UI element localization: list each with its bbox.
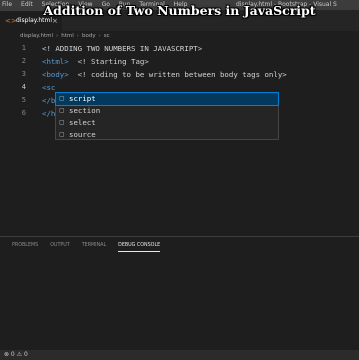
breadcrumb: display.html › html › body › sc (0, 31, 359, 42)
breadcrumb-file[interactable]: display.html (20, 31, 53, 42)
code-comment: <! Starting Tag> (68, 57, 149, 66)
suggestion-item[interactable]: ▢ script (55, 92, 279, 106)
code-comment: <! coding to be written between body tag… (68, 70, 287, 79)
breadcrumb-sc[interactable]: sc (104, 31, 110, 42)
window-title: display.html - Bootstrap - Visual S (236, 1, 337, 8)
line-number: 1 (21, 44, 26, 52)
menu-selection[interactable]: Selection (42, 0, 70, 10)
symbol-keyword-icon: ▢ (59, 119, 65, 126)
menu-view[interactable]: View (78, 0, 92, 10)
tab-display-html[interactable]: <> display.html × (0, 10, 62, 32)
code-text: <! ADDING TWO NUMBERS IN JAVASCRIPT> (42, 44, 203, 53)
suggestion-label: source (69, 130, 96, 139)
menu-help[interactable]: Help (174, 0, 188, 10)
tab-label: display.html (16, 17, 53, 24)
menu-terminal[interactable]: Terminal (139, 0, 164, 10)
code-tag: <body> (42, 70, 69, 79)
tab-terminal[interactable]: TERMINAL (82, 240, 106, 252)
tab-problems[interactable]: PROBLEMS (12, 240, 38, 252)
suggestion-label: script (69, 94, 96, 103)
menu-edit[interactable]: Edit (21, 0, 33, 10)
symbol-keyword-icon: ▢ (59, 131, 65, 138)
menu-go[interactable]: Go (102, 0, 110, 10)
code-line-1: 1 <! ADDING TWO NUMBERS IN JAVASCRIPT> (0, 42, 359, 55)
tab-debug-console[interactable]: DEBUG CONSOLE (118, 240, 161, 252)
suggestion-item[interactable]: ▢ source (56, 129, 278, 141)
breadcrumb-body[interactable]: body (82, 31, 96, 42)
line-number: 6 (21, 109, 26, 117)
close-icon[interactable]: × (52, 16, 58, 26)
chevron-right-icon: › (56, 33, 59, 39)
line-number: 2 (21, 57, 26, 65)
suggestion-item[interactable]: ▢ section (56, 105, 278, 117)
code-line-2: 2 <html> <! Starting Tag> (0, 55, 359, 68)
symbol-keyword-icon: ▢ (59, 107, 65, 114)
title-bar: File Edit Selection View Go Run Terminal… (0, 0, 359, 10)
code-tag: <sc (42, 83, 56, 92)
line-number: 5 (21, 96, 26, 104)
symbol-keyword-icon: ▢ (59, 95, 65, 102)
menu-file[interactable]: File (2, 0, 12, 10)
chevron-right-icon: › (98, 33, 101, 39)
code-text: <body> <! coding to be written between b… (42, 68, 287, 81)
chevron-right-icon: › (76, 33, 79, 39)
code-tag: <html> (42, 57, 69, 66)
code-tag: </h (42, 109, 56, 118)
breadcrumb-html[interactable]: html (61, 31, 74, 42)
menu-run[interactable]: Run (119, 0, 131, 10)
line-number: 4 (21, 83, 26, 91)
line-number: 3 (21, 70, 26, 78)
problems-status[interactable]: ⊗ 0 ⚠ 0 (4, 350, 28, 360)
code-line-3: 3 <body> <! coding to be written between… (0, 68, 359, 81)
panel-divider (0, 236, 359, 237)
suggestion-label: select (69, 118, 96, 127)
debug-console[interactable] (0, 253, 359, 350)
status-bar: ⊗ 0 ⚠ 0 (0, 350, 359, 360)
menu-bar: File Edit Selection View Go Run Terminal… (2, 0, 187, 10)
tab-output[interactable]: OUTPUT (50, 240, 70, 252)
html-file-icon: <> (5, 17, 17, 25)
code-tag: </b (42, 96, 56, 105)
panel-tab-bar: PROBLEMS OUTPUT TERMINAL DEBUG CONSOLE (0, 240, 359, 252)
code-text: <html> <! Starting Tag> (42, 55, 149, 68)
suggestion-item[interactable]: ▢ select (56, 117, 278, 129)
suggestion-label: section (69, 106, 101, 115)
autocomplete-suggestions: ▢ script ▢ section ▢ select ▢ source (55, 92, 279, 140)
